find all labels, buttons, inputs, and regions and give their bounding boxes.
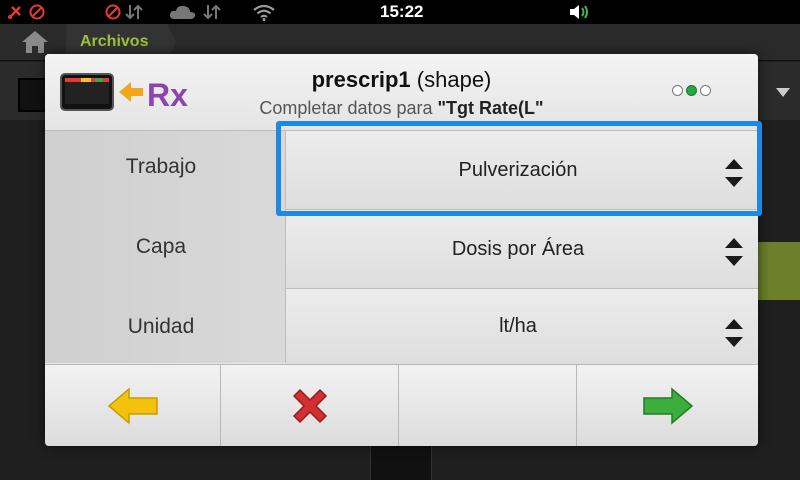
up-down-arrows-icon — [725, 319, 743, 347]
arrow-right-icon — [642, 386, 693, 425]
gps-off-icon — [8, 6, 21, 19]
capa-selector[interactable]: Dosis por Área — [286, 210, 758, 289]
dialog-title: prescrip1 (shape) — [45, 67, 758, 93]
label-trabajo: Trabajo — [125, 155, 197, 178]
transfer-arrows-icon — [125, 4, 143, 20]
next-button[interactable] — [577, 364, 758, 446]
dialog-footer — [45, 364, 758, 446]
arrow-left-icon — [107, 386, 158, 425]
home-button[interactable] — [10, 28, 60, 56]
transfer-arrows-icon-2 — [203, 4, 221, 20]
prescription-dialog: Rx prescrip1 (shape) Completar datos par… — [45, 54, 758, 446]
wifi-icon — [253, 4, 275, 21]
page-dot-1 — [672, 85, 683, 96]
back-button[interactable] — [45, 364, 221, 446]
dialog-subtitle-prefix: Completar datos para — [259, 98, 438, 118]
cloud-sync-icon — [169, 5, 196, 19]
empty-button — [399, 364, 577, 446]
status-bar: 15:22 — [0, 0, 800, 24]
no-sync-icon — [105, 4, 121, 20]
capa-value: Dosis por Área — [451, 237, 585, 260]
page-dot-3 — [700, 85, 711, 96]
unidad-value: lt/ha — [499, 315, 537, 337]
background-dropdown-icon — [776, 88, 790, 97]
no-signal-icon — [29, 4, 45, 20]
label-capa: Capa — [135, 235, 187, 258]
selected-row-highlight — [276, 121, 762, 216]
status-time: 15:22 — [380, 2, 424, 21]
dialog-title-type: (shape) — [410, 67, 492, 92]
volume-icon — [570, 5, 588, 19]
background-bottom-bar — [370, 446, 432, 480]
labels-column: Trabajo Capa Unidad — [45, 131, 286, 363]
up-down-arrows-icon — [725, 238, 743, 266]
dialog-subtitle: Completar datos para "Tgt Rate(L" — [45, 98, 758, 119]
page-indicator — [672, 85, 711, 96]
cancel-button[interactable] — [221, 364, 399, 446]
home-icon — [22, 31, 48, 53]
dialog-header: Rx prescrip1 (shape) Completar datos par… — [45, 54, 758, 131]
background-green-panel — [758, 242, 800, 300]
close-icon — [292, 388, 327, 423]
label-unidad: Unidad — [127, 315, 195, 338]
dialog-title-name: prescrip1 — [311, 67, 411, 92]
unidad-selector[interactable]: lt/ha — [286, 289, 758, 365]
page-dot-2-active — [686, 85, 697, 96]
dialog-subtitle-target: "Tgt Rate(L" — [437, 98, 544, 118]
